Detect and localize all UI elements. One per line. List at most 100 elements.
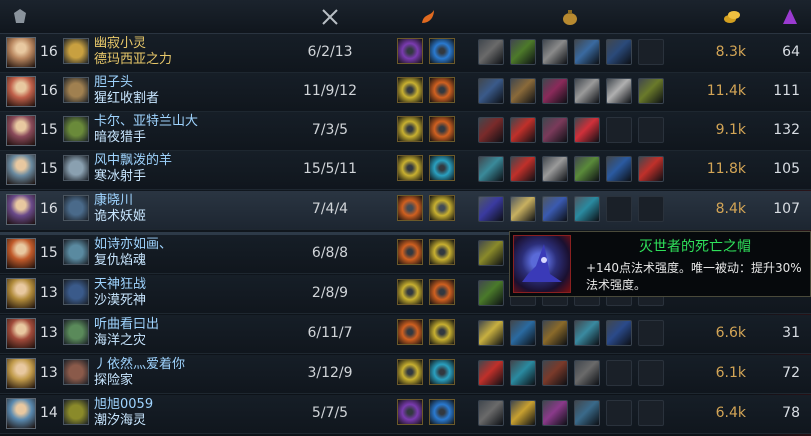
item-icon[interactable]: [542, 156, 568, 182]
player-name[interactable]: 旭旭0059: [94, 397, 153, 413]
player-name[interactable]: 听曲看曰出: [94, 317, 159, 333]
player-name[interactable]: 胆子头: [94, 75, 159, 91]
summoner-spell-icon[interactable]: [429, 399, 455, 425]
summoner-spell-icon[interactable]: [397, 116, 423, 142]
champion-portrait[interactable]: [6, 37, 36, 68]
item-icon[interactable]: [574, 78, 600, 104]
item-icon[interactable]: [510, 320, 536, 346]
player-row[interactable]: 13 丿依然灬爱着你 探险家 3/12/9 6.1k 72: [0, 355, 811, 394]
item-icon[interactable]: [478, 240, 504, 266]
champion-portrait[interactable]: [6, 154, 36, 185]
item-icon[interactable]: [510, 78, 536, 104]
item-icon[interactable]: [542, 320, 568, 346]
summoner-spell-icon[interactable]: [429, 155, 455, 181]
item-icon[interactable]: [542, 360, 568, 386]
summoner-spell-icon[interactable]: [429, 239, 455, 265]
player-name[interactable]: 幽寂小灵: [94, 36, 172, 52]
item-icon[interactable]: [510, 400, 536, 426]
champion-portrait[interactable]: [6, 398, 36, 429]
summoner-spell-icon[interactable]: [397, 239, 423, 265]
item-icon[interactable]: [542, 196, 568, 222]
summoner-spell-icon[interactable]: [429, 38, 455, 64]
champion-portrait[interactable]: [6, 115, 36, 146]
player-icon[interactable]: [63, 155, 89, 181]
summoner-spell-icon[interactable]: [397, 195, 423, 221]
gold-pouch-icon: [560, 7, 580, 27]
item-icon[interactable]: [478, 360, 504, 386]
empty-item-slot: [638, 320, 664, 346]
player-row[interactable]: 16 幽寂小灵 德玛西亚之力 6/2/13 8.3k 64: [0, 34, 811, 73]
player-row[interactable]: 16 康晓川 诡术妖姬 7/4/4 8.4k 107: [0, 191, 811, 230]
player-icon[interactable]: [63, 399, 89, 425]
item-icon[interactable]: [478, 156, 504, 182]
item-icon[interactable]: [574, 196, 600, 222]
player-icon[interactable]: [63, 116, 89, 142]
summoner-spell-icon[interactable]: [429, 195, 455, 221]
item-icon[interactable]: [478, 320, 504, 346]
summoner-spell-icon[interactable]: [397, 319, 423, 345]
player-name[interactable]: 天神狂战: [94, 277, 146, 293]
item-icon[interactable]: [574, 156, 600, 182]
item-icon[interactable]: [574, 320, 600, 346]
player-row[interactable]: 15 卡尔、亚特兰山大 暗夜猎手 7/3/5 9.1k 132: [0, 112, 811, 151]
summoner-spell-icon[interactable]: [397, 155, 423, 181]
item-icon[interactable]: [510, 156, 536, 182]
player-row[interactable]: 15 风中飘泼的羊 寒冰射手 15/5/11 11.8k 105: [0, 151, 811, 190]
player-row[interactable]: 16 胆子头 猩红收割者 11/9/12 11.4k 111: [0, 73, 811, 112]
item-icon[interactable]: [478, 280, 504, 306]
player-icon[interactable]: [63, 279, 89, 305]
item-icon[interactable]: [478, 196, 504, 222]
player-name[interactable]: 丿依然灬爱着你: [94, 357, 185, 373]
champion-portrait[interactable]: [6, 278, 36, 309]
player-icon[interactable]: [63, 38, 89, 64]
item-icon[interactable]: [478, 39, 504, 65]
item-icon[interactable]: [638, 156, 664, 182]
item-icon[interactable]: [638, 78, 664, 104]
player-icon[interactable]: [63, 77, 89, 103]
champion-portrait[interactable]: [6, 238, 36, 269]
champion-portrait[interactable]: [6, 318, 36, 349]
item-icon[interactable]: [606, 39, 632, 65]
item-icon[interactable]: [478, 400, 504, 426]
champion-portrait[interactable]: [6, 358, 36, 389]
item-icon[interactable]: [574, 400, 600, 426]
summoner-spell-icon[interactable]: [429, 279, 455, 305]
player-name[interactable]: 风中飘泼的羊: [94, 153, 172, 169]
champion-portrait[interactable]: [6, 76, 36, 107]
item-icon[interactable]: [510, 117, 536, 143]
player-name[interactable]: 卡尔、亚特兰山大: [94, 114, 198, 130]
summoner-spell-icon[interactable]: [397, 359, 423, 385]
summoner-spell-icon[interactable]: [429, 116, 455, 142]
summoner-spell-icon[interactable]: [397, 77, 423, 103]
item-icon[interactable]: [478, 78, 504, 104]
player-icon[interactable]: [63, 195, 89, 221]
item-icon[interactable]: [542, 39, 568, 65]
item-icon[interactable]: [574, 39, 600, 65]
summoner-spell-icon[interactable]: [429, 319, 455, 345]
item-icon[interactable]: [510, 360, 536, 386]
summoner-spell-icon[interactable]: [397, 38, 423, 64]
player-icon[interactable]: [63, 319, 89, 345]
item-icon[interactable]: [510, 196, 536, 222]
player-row[interactable]: 13 听曲看曰出 海洋之灾 6/11/7 6.6k 31: [0, 315, 811, 354]
item-icon[interactable]: [542, 117, 568, 143]
player-name[interactable]: 康晓川: [94, 193, 146, 209]
champion-portrait[interactable]: [6, 194, 36, 225]
item-icon[interactable]: [574, 117, 600, 143]
summoner-spell-icon[interactable]: [397, 399, 423, 425]
player-name[interactable]: 如诗亦如画、: [94, 237, 172, 253]
player-row[interactable]: 14 旭旭0059 潮汐海灵 5/7/5 6.4k 78: [0, 395, 811, 434]
player-icon[interactable]: [63, 239, 89, 265]
summoner-spell-icon[interactable]: [429, 359, 455, 385]
summoner-spell-icon[interactable]: [397, 279, 423, 305]
summoner-spell-icon[interactable]: [429, 77, 455, 103]
item-icon[interactable]: [574, 360, 600, 386]
item-icon[interactable]: [510, 39, 536, 65]
item-icon[interactable]: [542, 78, 568, 104]
item-icon[interactable]: [542, 400, 568, 426]
item-icon[interactable]: [606, 78, 632, 104]
item-icon[interactable]: [478, 117, 504, 143]
item-icon[interactable]: [606, 320, 632, 346]
player-icon[interactable]: [63, 359, 89, 385]
item-icon[interactable]: [606, 156, 632, 182]
